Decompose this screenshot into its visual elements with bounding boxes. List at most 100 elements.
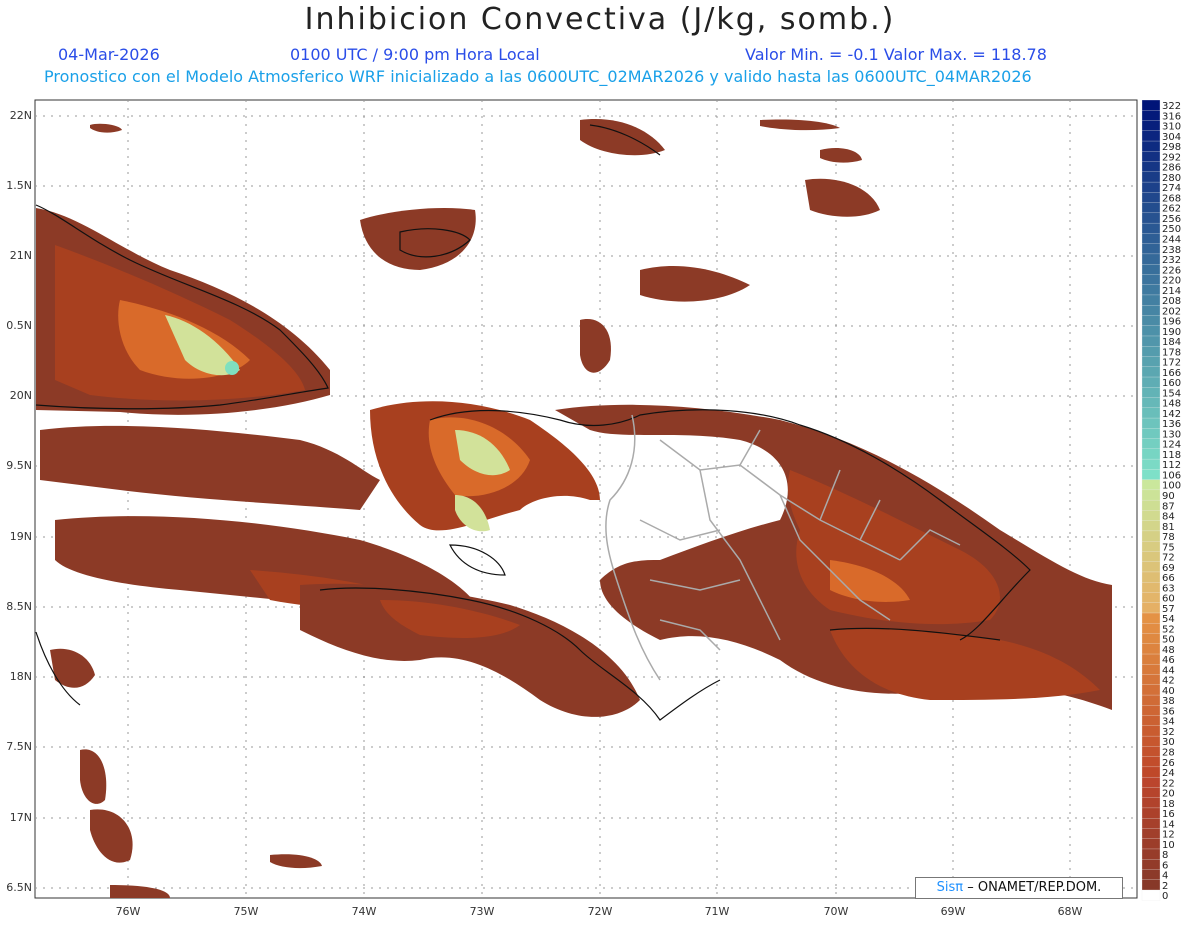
colorbar-swatch [1141, 623, 1161, 635]
colorbar-swatch [1141, 756, 1161, 768]
colorbar-swatch [1141, 110, 1161, 122]
lat-label: 1.5N [6, 179, 32, 192]
colorbar-swatch [1141, 541, 1161, 553]
colorbar-swatch [1141, 233, 1161, 245]
colorbar-swatch [1141, 694, 1161, 706]
colorbar-swatch [1141, 294, 1161, 306]
colorbar-swatch [1141, 715, 1161, 727]
lon-label: 76W [115, 905, 141, 918]
lon-label: 70W [823, 905, 849, 918]
colorbar-swatch [1141, 797, 1161, 809]
colorbar-swatch [1141, 356, 1161, 368]
colorbar-swatch [1141, 192, 1161, 204]
colorbar-swatch [1141, 397, 1161, 409]
lat-label: 20N [9, 389, 32, 402]
colorbar-swatch [1141, 776, 1161, 789]
colorbar-swatch [1141, 612, 1161, 624]
credit-text: – ONAMET/REP.DOM. [967, 880, 1102, 895]
colorbar-swatch [1141, 243, 1161, 255]
field-cuba-aqua [225, 361, 239, 375]
colorbar-swatch [1141, 120, 1161, 132]
colorbar-swatch [1141, 674, 1161, 686]
colorbar-swatch [1141, 602, 1161, 614]
colorbar-swatch [1141, 325, 1161, 337]
colorbar-swatch [1141, 274, 1161, 286]
lon-label: 73W [469, 905, 495, 918]
colorbar-swatch [1141, 561, 1161, 573]
colorbar-swatch [1141, 376, 1161, 388]
colorbar-swatch [1141, 848, 1161, 860]
colorbar-swatch [1141, 571, 1161, 583]
colorbar-swatch [1141, 633, 1161, 645]
colorbar-swatch [1141, 551, 1161, 563]
colorbar-swatch [1141, 264, 1161, 276]
lon-label: 74W [351, 905, 377, 918]
colorbar-swatch [1141, 171, 1161, 183]
lat-label: 7.5N [6, 740, 32, 753]
colorbar-swatch [1141, 222, 1161, 235]
colorbar-swatch [1141, 458, 1161, 471]
colorbar-swatch [1141, 202, 1161, 214]
colorbar-swatch [1141, 161, 1161, 173]
colorbar-swatch [1141, 407, 1161, 419]
colorbar-swatch [1141, 366, 1161, 378]
colorbar-swatch [1141, 684, 1161, 696]
colorbar-swatch [1141, 100, 1161, 111]
colorbar-swatch [1141, 387, 1161, 399]
colorbar-swatch [1141, 212, 1161, 224]
colorbar-swatch [1141, 838, 1161, 850]
colorbar-swatch [1141, 510, 1161, 522]
colorbar-swatch [1141, 499, 1161, 512]
colorbar-swatch [1141, 315, 1161, 327]
colorbar-swatch [1141, 787, 1161, 799]
colorbar-label: 0 [1162, 891, 1168, 902]
colorbar-swatch [1141, 140, 1161, 152]
colorbar-swatch [1141, 869, 1161, 881]
lon-label: 68W [1057, 905, 1083, 918]
lon-label: 72W [587, 905, 613, 918]
colorbar-swatch [1141, 592, 1161, 604]
colorbar-swatch [1141, 469, 1161, 481]
colorbar-swatch [1141, 725, 1161, 737]
colorbar-swatch [1141, 438, 1161, 450]
plot-frame [34, 99, 1138, 899]
colorbar-swatch [1141, 705, 1161, 717]
credit-box: Sisπ – ONAMET/REP.DOM. [915, 877, 1123, 899]
colorbar-swatch [1141, 582, 1161, 594]
lon-label: 69W [940, 905, 966, 918]
colorbar-swatch [1141, 766, 1161, 778]
lon-label: 71W [704, 905, 730, 918]
credit-brand: Sisπ [936, 880, 964, 895]
colorbar-swatch [1141, 130, 1161, 142]
colorbar-swatch [1141, 305, 1161, 317]
colorbar-swatch [1141, 746, 1161, 758]
colorbar-swatch [1141, 643, 1161, 655]
colorbar-swatch [1141, 346, 1161, 358]
colorbar-swatch [1141, 479, 1161, 491]
lat-label: 18N [9, 670, 32, 683]
colorbar-swatch [1141, 807, 1161, 819]
colorbar-swatch [1141, 735, 1161, 748]
colorbar-swatch [1141, 284, 1161, 296]
colorbar: 3223163103042982922862802742682622562502… [1141, 100, 1181, 902]
lat-label: 9.5N [6, 459, 32, 472]
lat-label: 8.5N [6, 600, 32, 613]
colorbar-swatch [1141, 253, 1161, 265]
colorbar-swatch [1141, 417, 1161, 429]
colorbar-swatch [1141, 653, 1161, 665]
colorbar-swatch [1141, 818, 1161, 830]
colorbar-swatch [1141, 428, 1161, 440]
lat-label: 0.5N [6, 319, 32, 332]
colorbar-swatch [1141, 335, 1161, 347]
lat-label: 21N [9, 249, 32, 262]
colorbar-swatch [1141, 520, 1161, 532]
lat-label: 19N [9, 530, 32, 543]
lat-label: 17N [9, 811, 32, 824]
colorbar-swatch [1141, 828, 1161, 840]
colorbar-swatch [1141, 859, 1161, 871]
colorbar-swatch [1141, 889, 1161, 901]
colorbar-swatch [1141, 448, 1161, 460]
colorbar-swatch [1141, 151, 1161, 163]
colorbar-swatch [1141, 530, 1161, 542]
lat-label: 22N [9, 109, 32, 122]
